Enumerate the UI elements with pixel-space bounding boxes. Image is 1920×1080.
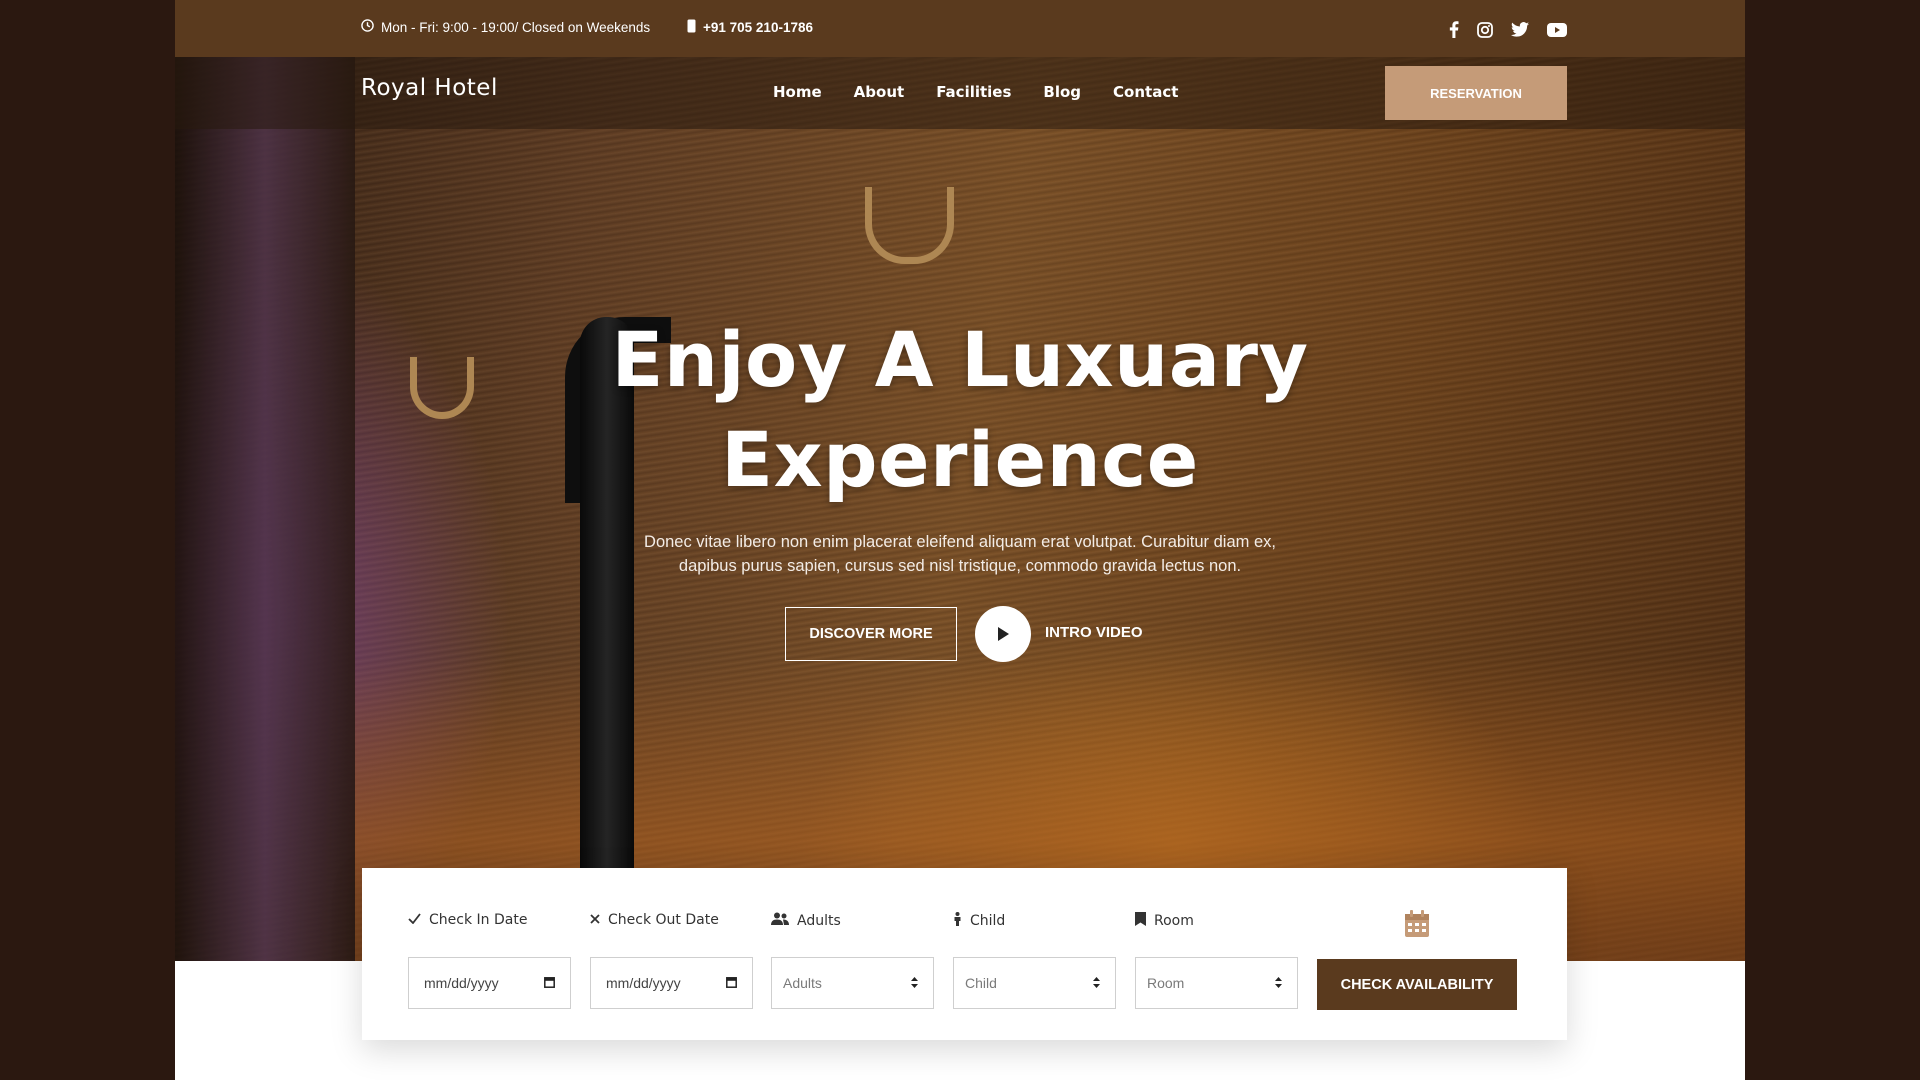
top-info-bar: Mon - Fri: 9:00 - 19:00/ Closed on Weeke… — [175, 0, 1745, 57]
check-availability-button[interactable]: CHECK AVAILABILITY — [1317, 959, 1517, 1010]
child-select[interactable]: Child — [953, 957, 1116, 1009]
nav-facilities[interactable]: Facilities — [936, 83, 1011, 101]
nav-blog[interactable]: Blog — [1043, 83, 1081, 101]
room-select-value: Room — [1147, 975, 1185, 991]
checkin-date-input[interactable]: mm/dd/yyyy — [408, 957, 571, 1009]
room-label-text: Room — [1154, 913, 1194, 929]
select-arrows-icon — [1093, 975, 1100, 991]
checkout-label-text: Check Out Date — [608, 912, 719, 928]
room-select[interactable]: Room — [1135, 957, 1298, 1009]
hero-title-line1: Enjoy A Luxuary — [611, 315, 1309, 404]
business-hours-text: Mon - Fri: 9:00 - 19:00/ Closed on Weeke… — [381, 19, 651, 35]
business-hours: Mon - Fri: 9:00 - 19:00/ Closed on Weeke… — [361, 19, 650, 35]
select-arrows-icon — [911, 975, 918, 991]
social-links — [1449, 21, 1567, 38]
select-arrows-icon — [1275, 975, 1282, 991]
phone-number[interactable]: +91 705 210-1786 — [703, 20, 813, 35]
play-video-button[interactable] — [975, 606, 1031, 662]
nav-contact[interactable]: Contact — [1113, 83, 1178, 101]
intro-video-link[interactable]: INTRO VIDEO — [1045, 624, 1143, 641]
reservation-button[interactable]: RESERVATION — [1385, 66, 1567, 120]
checkin-date-value: mm/dd/yyyy — [424, 975, 499, 991]
room-label: Room — [1135, 912, 1194, 930]
play-icon — [998, 627, 1009, 641]
adults-label-text: Adults — [797, 912, 841, 929]
hero-title: Enjoy A Luxuary Experience — [175, 310, 1745, 510]
discover-more-button[interactable]: DISCOVER MORE — [785, 607, 957, 661]
instagram-icon[interactable] — [1477, 21, 1493, 38]
check-icon — [408, 912, 421, 928]
hero-title-line2: Experience — [721, 415, 1199, 504]
child-label: Child — [953, 912, 1005, 930]
calendar-icon — [1404, 910, 1430, 943]
child-label-text: Child — [970, 913, 1006, 929]
phone-icon — [687, 19, 696, 36]
checkin-label: Check In Date — [408, 912, 527, 928]
facebook-icon[interactable] — [1449, 21, 1459, 38]
youtube-icon[interactable] — [1547, 22, 1567, 37]
checkout-date-input[interactable]: mm/dd/yyyy — [590, 957, 753, 1009]
adults-label: Adults — [771, 912, 841, 929]
bookmark-icon — [1135, 912, 1146, 930]
child-select-value: Child — [965, 975, 997, 991]
adults-select[interactable]: Adults — [771, 957, 934, 1009]
x-icon — [590, 912, 600, 928]
hero-subtitle: Donec vitae libero non enim placerat ele… — [644, 533, 1276, 575]
checkin-label-text: Check In Date — [429, 912, 528, 928]
checkout-date-value: mm/dd/yyyy — [606, 975, 681, 991]
adults-select-value: Adults — [783, 975, 822, 991]
nav-home[interactable]: Home — [773, 83, 822, 101]
calendar-picker-icon[interactable] — [726, 975, 737, 991]
nav-menu: Home About Facilities Blog Contact — [773, 83, 1178, 101]
booking-form: Check In Date Check Out Date Adults Chil… — [362, 868, 1567, 1040]
users-icon — [771, 912, 789, 929]
calendar-picker-icon[interactable] — [544, 975, 555, 991]
checkout-label: Check Out Date — [590, 912, 719, 928]
child-icon — [953, 912, 962, 930]
main-navbar: Royal Hotel Home About Facilities Blog C… — [175, 57, 1745, 129]
page: Mon - Fri: 9:00 - 19:00/ Closed on Weeke… — [175, 0, 1745, 1080]
twitter-icon[interactable] — [1511, 22, 1529, 37]
nav-about[interactable]: About — [854, 83, 905, 101]
phone-contact[interactable]: +91 705 210-1786 — [687, 19, 813, 36]
site-logo[interactable]: Royal Hotel — [361, 75, 498, 101]
clock-icon — [361, 19, 374, 35]
